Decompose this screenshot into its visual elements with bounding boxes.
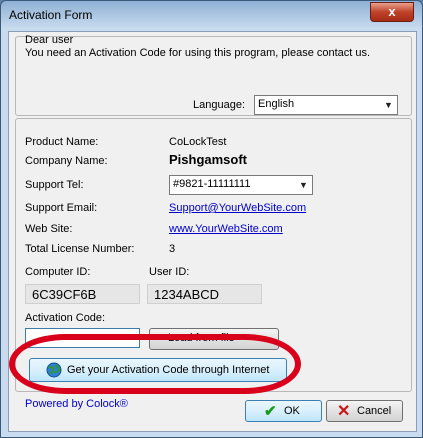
support-email-label: Support Email: — [25, 202, 98, 214]
cancel-label: Cancel — [357, 405, 392, 417]
company-name-label: Company Name: — [25, 155, 108, 167]
support-tel-value: #9821-11111111 — [173, 178, 251, 190]
close-button[interactable]: x — [370, 2, 414, 22]
user-id-field: 1234ABCD — [147, 284, 262, 304]
chevron-down-icon: ▼ — [384, 100, 393, 110]
website-label: Web Site: — [25, 223, 73, 235]
language-label: Language: — [193, 99, 245, 111]
ok-button[interactable]: ✔ OK — [245, 400, 322, 422]
language-select[interactable]: English ▼ — [254, 95, 398, 115]
computer-id-field: 6C39CF6B — [25, 284, 140, 304]
company-name-value: Pishgamsoft — [169, 152, 248, 167]
chevron-down-icon: ▼ — [299, 180, 308, 190]
highlight-annotation-ring — [9, 334, 301, 394]
support-email-link[interactable]: Support@YourWebSite.com — [169, 202, 306, 214]
website-link[interactable]: www.YourWebSite.com — [169, 223, 283, 235]
greeting-text: Dear user — [25, 34, 74, 46]
language-value: English — [258, 98, 295, 110]
product-name-value: CoLockTest — [169, 136, 227, 148]
total-license-value: 3 — [169, 243, 176, 255]
support-tel-select[interactable]: #9821-11111111 ▼ — [169, 175, 313, 195]
intro-message: You need an Activation Code for using th… — [25, 47, 371, 59]
activation-code-label: Activation Code: — [25, 312, 106, 324]
close-icon: x — [388, 4, 396, 19]
support-tel-label: Support Tel: — [25, 179, 84, 191]
user-id-label: User ID: — [149, 266, 190, 278]
powered-by-link[interactable]: Powered by Colock® — [25, 398, 128, 410]
product-name-label: Product Name: — [25, 136, 99, 148]
checkmark-icon: ✔ — [264, 403, 277, 420]
window-title: Activation Form — [9, 8, 93, 22]
cancel-x-icon: ✕ — [337, 403, 351, 420]
total-license-label: Total License Number: — [25, 243, 135, 255]
cancel-button[interactable]: ✕ Cancel — [326, 400, 403, 422]
computer-id-label: Computer ID: — [25, 266, 91, 278]
ok-label: OK — [284, 405, 300, 417]
